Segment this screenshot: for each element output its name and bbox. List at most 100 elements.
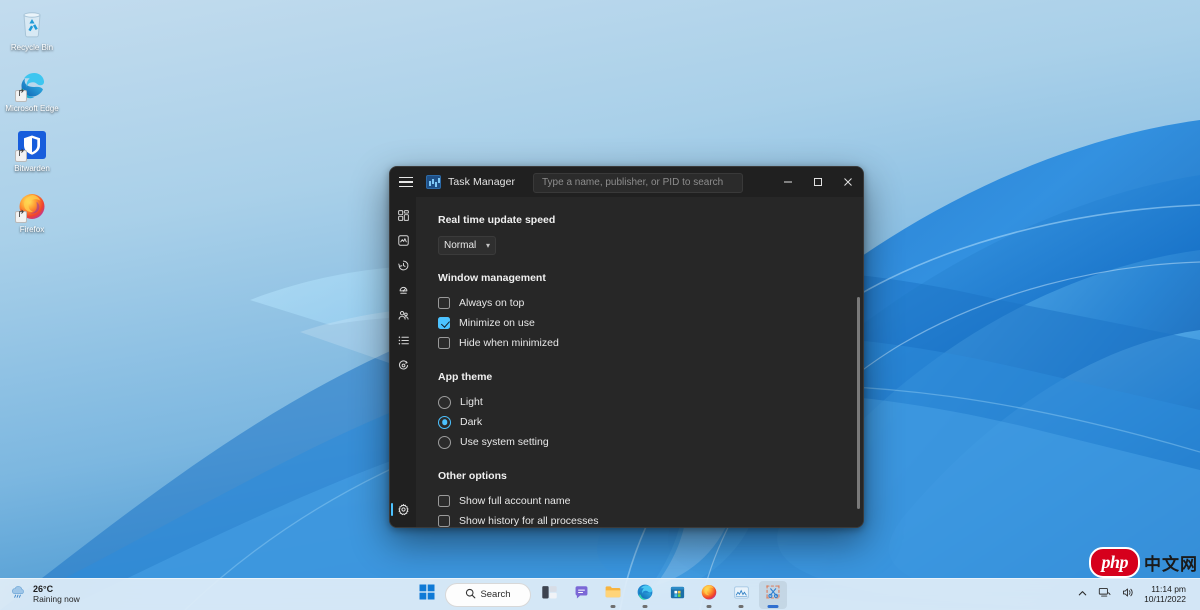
navigation-rail[interactable] [390,197,416,527]
sidebar-item-processes[interactable] [390,203,416,228]
taskbar-app-file-explorer[interactable] [599,581,627,609]
window-controls[interactable] [773,167,863,197]
taskbar[interactable]: 26°C Raining now Search 11:14 pm 10/11/2… [0,578,1200,610]
clock-date: 10/11/2022 [1144,593,1186,604]
task-manager-icon [426,175,441,189]
checkbox-label: Show history for all processes [459,515,599,527]
close-button[interactable] [833,167,863,197]
radio-icon-selected[interactable] [438,415,451,429]
desktop-icon-recycle-bin[interactable]: Recycle Bin [0,4,64,55]
checkbox-show-full-account-name[interactable]: Show full account name [438,491,863,511]
taskbar-center-group[interactable]: Search [413,580,787,609]
services-gear-icon [397,359,410,372]
taskbar-app-firefox[interactable] [695,581,723,609]
chat-icon [573,584,590,606]
taskbar-app-snipping-tool[interactable] [759,580,787,609]
taskbar-app-microsoft-edge[interactable] [631,581,659,609]
file-explorer-icon [604,583,622,606]
taskbar-app-chat[interactable] [567,581,595,609]
start-button[interactable] [413,581,441,609]
sidebar-item-services[interactable] [390,353,416,378]
radio-theme-light[interactable]: Light [438,392,863,412]
chevron-up-icon [1077,586,1088,604]
desktop-icon-firefox[interactable]: Firefox [0,186,64,237]
search-box[interactable] [533,172,743,193]
radio-theme-use-system-setting[interactable]: Use system setting [438,432,863,452]
sidebar-item-performance[interactable] [390,228,416,253]
weather-text: 26°C Raining now [33,584,80,603]
tray-network-button[interactable] [1094,582,1115,608]
desktop-icon-list: Recycle Bin ↰ Microsoft Edge ↰ Bitwarden… [0,4,64,236]
shortcut-overlay-icon [15,150,27,162]
taskbar-search-label: Search [480,589,511,600]
active-indicator [767,605,779,608]
vertical-scrollbar[interactable] [857,297,860,509]
window-title-bar[interactable]: Task Manager [390,167,863,197]
sidebar-item-users[interactable] [390,303,416,328]
snipping-tool-icon [764,583,782,606]
running-indicator [642,605,648,608]
search-input[interactable] [533,172,743,193]
radio-label: Dark [460,416,483,428]
taskbar-clock[interactable]: 11:14 pm 10/11/2022 [1140,584,1192,604]
radio-theme-dark[interactable]: Dark [438,412,863,432]
update-speed-value: Normal [444,240,477,251]
task-manager-window[interactable]: Task Manager Type a name, publisher, or … [389,166,864,528]
sidebar-item-app-history[interactable] [390,253,416,278]
settings-page[interactable]: Real time update speed Normal ▾ Window m… [416,197,863,527]
window-title: Task Manager [448,176,516,188]
taskbar-app-widgets[interactable] [535,581,563,609]
running-indicator [610,605,616,608]
settings-scroll-area: Real time update speed Normal ▾ Window m… [416,214,863,527]
maximize-button[interactable] [803,167,833,197]
sidebar-item-details[interactable] [390,328,416,353]
tray-volume-button[interactable] [1117,582,1138,608]
taskbar-system-tray[interactable]: 11:14 pm 10/11/2022 [1073,579,1200,610]
bitwarden-icon [15,129,48,162]
checkbox-always-on-top[interactable]: Always on top [438,293,863,313]
taskbar-app-microsoft-store[interactable] [663,581,691,609]
taskbar-app-task-manager-graph[interactable] [727,581,755,609]
checkbox-show-history-for-all-processes[interactable]: Show history for all processes [438,511,863,527]
firefox-icon [700,583,718,606]
microsoft-edge-icon [15,69,48,102]
hamburger-menu-icon[interactable] [390,167,422,197]
details-list-icon [397,334,410,347]
startup-apps-rocket-icon [397,284,410,297]
checkbox-icon[interactable] [438,297,450,309]
checkbox-label: Always on top [459,297,525,309]
checkbox-label: Minimize on use [459,317,535,329]
checkbox-minimize-on-use[interactable]: Minimize on use [438,313,863,333]
tray-show-hidden-icons-button[interactable] [1073,582,1092,608]
desktop-icon-label: Firefox [19,224,45,234]
desktop-icon-bitwarden[interactable]: Bitwarden [0,125,64,176]
sidebar-item-startup-apps[interactable] [390,278,416,303]
checkbox-hide-when-minimized[interactable]: Hide when minimized [438,333,863,353]
app-history-clock-icon [397,259,410,272]
update-speed-dropdown[interactable]: Normal ▾ [438,236,496,255]
window-body: Real time update speed Normal ▾ Window m… [390,197,863,527]
checkbox-icon[interactable] [438,515,450,527]
taskbar-search-button[interactable]: Search [445,582,531,607]
volume-icon [1121,586,1134,604]
checkbox-icon-checked[interactable] [438,317,450,329]
checkbox-label: Hide when minimized [459,337,559,349]
minimize-button[interactable] [773,167,803,197]
radio-icon[interactable] [438,435,451,449]
taskbar-weather-widget[interactable]: 26°C Raining now [0,580,88,610]
sidebar-item-settings[interactable] [390,497,416,522]
radio-icon[interactable] [438,395,451,409]
firefox-icon [15,190,48,223]
checkbox-icon[interactable] [438,337,450,349]
checkbox-icon[interactable] [438,495,450,507]
desktop[interactable]: Recycle Bin ↰ Microsoft Edge ↰ Bitwarden… [0,0,1200,610]
app-identity: Task Manager [426,175,515,189]
running-indicator [738,605,744,608]
desktop-icon-microsoft-edge[interactable]: Microsoft Edge [0,65,64,116]
section-title: Window management [438,272,546,284]
performance-icon [397,234,410,247]
shortcut-overlay-icon [15,89,27,102]
section-window-management: Window management Always on top Minimize… [438,272,863,353]
radio-label: Use system setting [460,436,549,448]
desktop-icon-label: Recycle Bin [10,43,54,52]
